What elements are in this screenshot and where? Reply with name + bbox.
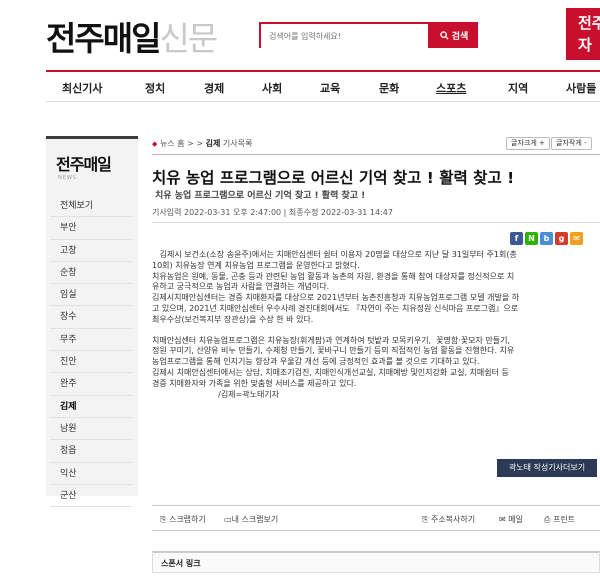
nav-item-people[interactable]: 사람들 xyxy=(566,80,596,96)
facebook-icon[interactable]: f xyxy=(510,232,523,245)
sidebar-item-gunsan[interactable]: 군산 xyxy=(50,485,132,508)
ad-banner[interactable]: 전주 자 xyxy=(566,8,600,60)
print-label: 프린트 xyxy=(552,515,576,524)
main-nav: 최신기사 정치 경제 사회 교육 문화 스포츠 지역 사람들 xyxy=(46,70,600,102)
copy-url-button[interactable]: ⎘ 주소복사하기 xyxy=(422,514,475,525)
nav-item-sports[interactable]: 스포츠 xyxy=(436,80,466,96)
naver-icon[interactable]: N xyxy=(525,232,538,245)
article-line: 10회) 치유농장 연계 치유농업 프로그램을 운영한다고 밝혔다. xyxy=(152,260,360,270)
article-title: 치유 농업 프로그램으로 어르신 기억 찾고 ! 활력 찾고 ! xyxy=(152,169,515,187)
print-icon: ⎙ xyxy=(544,515,551,524)
nav-item-region[interactable]: 지역 xyxy=(508,80,528,96)
article-body: 김제시 보건소(소장 송윤주)에서는 치매안심센터 쉼터 이용자 20명을 대상… xyxy=(152,250,598,400)
sidebar-item-sunchang[interactable]: 순창 xyxy=(50,262,132,285)
banner-line1: 전주 xyxy=(578,14,600,32)
article-line: 농업프로그램을 통해 인지기능 향상과 우울감 개선 등에 긍정적인 효과를 볼… xyxy=(152,357,480,367)
nav-item-education[interactable]: 교육 xyxy=(320,80,340,96)
article-line: 김제시 치매안심센터에서는 상담, 치매조기검진, 치매인식개선교실, 치매예방… xyxy=(152,367,509,377)
article-line: 김제시치매안심센터는 경증 치매환자를 대상으로 2021년부터 농촌진흥청과 … xyxy=(152,293,520,303)
article-line: 정원 꾸미기, 산양유 비누 만들기, 수제청 만들기, 꽃바구니 만들기 등의… xyxy=(152,346,515,356)
sidebar-item-muju[interactable]: 무주 xyxy=(50,329,132,352)
scrap-label: 스크랩하기 xyxy=(168,515,206,524)
article-line: 김제시 보건소(소장 송윤주)에서는 치매안심센터 쉼터 이용자 20명을 대상… xyxy=(152,250,517,259)
divider xyxy=(152,154,600,155)
article-line: 최우수상(보건복지부 장관상)을 수상 한 바 있다. xyxy=(152,314,314,324)
banner-line2: 자 xyxy=(578,36,592,54)
sidebar-item-all[interactable]: 전체보기 xyxy=(50,195,132,218)
folder-icon: ▭ xyxy=(224,515,232,524)
article-line: 경증 치매환자와 가족을 위한 맞춤형 서비스를 제공하고 있다. xyxy=(152,378,357,388)
site-header: 전주매일신문 검색 전주 자 xyxy=(0,0,600,68)
search-input[interactable] xyxy=(261,25,428,48)
share-icons: f Nb g ✉ xyxy=(510,232,583,245)
article-toolbar: ⎘ 스크랩하기 ▭내 스크랩보기 ⎘ 주소복사하기 ✉ 메일 ⎙ 프린트 xyxy=(152,505,600,531)
nav-item-economy[interactable]: 경제 xyxy=(204,80,224,96)
breadcrumb: ◆ 뉴스 홈 > > 김제 기사목록 xyxy=(152,138,252,149)
sidebar-item-jinan[interactable]: 진안 xyxy=(50,351,132,374)
sidebar-logo-sub: NEWS xyxy=(58,175,78,181)
article-line: 유하고 궁극적으로 농업과 사람을 연결하는 개념이다. xyxy=(152,282,330,292)
divider xyxy=(152,222,600,223)
article-line: /김제=곽노태기자 xyxy=(152,389,280,399)
email-button[interactable]: ✉ 메일 xyxy=(499,514,523,525)
search-button[interactable]: 검색 xyxy=(430,22,478,48)
breadcrumb-home[interactable]: 뉴스 홈 xyxy=(160,139,185,148)
sidebar-menu: 전체보기 부안 고창 순창 임실 장수 무주 진안 완주 김제 남원 정읍 익산… xyxy=(46,195,138,508)
nav-item-society[interactable]: 사회 xyxy=(262,80,282,96)
article-line: 치유농업은 원예, 동물, 곤충 등과 관련된 농업 활동과 농촌의 자원, 환… xyxy=(152,271,515,281)
link-icon: ⎘ xyxy=(422,515,429,524)
sidebar-item-namwon[interactable]: 남원 xyxy=(50,418,132,441)
sidebar-item-buan[interactable]: 부안 xyxy=(50,217,132,240)
sponsor-links: 스폰서 링크 xyxy=(152,551,600,573)
article-line: 고 있으며, 2021년 치매안심센터 우수사례 경진대회에서도 『자연이 주는… xyxy=(152,303,519,313)
article-subtitle: 치유 농업 프로그램으로 어르신 기억 찾고 ! 활력 찾고 ! xyxy=(155,191,366,201)
breadcrumb-current[interactable]: 김제 xyxy=(206,139,221,148)
google-icon[interactable]: g xyxy=(555,232,568,245)
print-button[interactable]: ⎙ 프린트 xyxy=(544,514,575,525)
email-label: 메일 xyxy=(508,515,523,524)
nav-item-latest[interactable]: 최신기사 xyxy=(62,80,102,96)
search-box xyxy=(259,22,430,48)
my-scrap-button[interactable]: ▭내 스크랩보기 xyxy=(224,514,278,525)
logo-main: 전주매일 xyxy=(46,19,161,58)
breadcrumb-sep: > xyxy=(187,139,194,148)
sidebar-item-gimje[interactable]: 김제 xyxy=(50,396,132,418)
sidebar-item-jangsu[interactable]: 장수 xyxy=(50,306,132,329)
mail-icon[interactable]: ✉ xyxy=(570,232,583,245)
article-dates: 기사입력 2022-03-31 오후 2:47:00 | 최종수정 2022-0… xyxy=(152,208,393,217)
search-button-label: 검색 xyxy=(451,31,469,42)
sidebar-item-gochang[interactable]: 고창 xyxy=(50,240,132,262)
bullet-icon: ◆ xyxy=(152,140,158,148)
copy-url-label: 주소복사하기 xyxy=(430,515,476,524)
site-logo[interactable]: 전주매일신문 xyxy=(46,12,218,60)
breadcrumb-suffix: 기사목록 xyxy=(222,139,253,148)
sidebar-item-jeongeup[interactable]: 정읍 xyxy=(50,440,132,463)
scrap-button[interactable]: ⎘ 스크랩하기 xyxy=(160,514,206,525)
font-larger-button[interactable]: 글자크게 + xyxy=(506,137,550,150)
sponsor-label: 스폰서 링크 xyxy=(161,559,201,568)
font-smaller-button[interactable]: 글자작게 - xyxy=(551,137,592,150)
sidebar-item-iksan[interactable]: 익산 xyxy=(50,463,132,485)
article-line: 치매안심센터 치유농업프로그램은 치유농장(휘게팜)과 연계하여 텃밭과 모목키… xyxy=(152,335,511,345)
my-scrap-label: 내 스크랩보기 xyxy=(231,515,279,524)
sidebar: 전주매일 NEWS 전체보기 부안 고창 순창 임실 장수 무주 진안 완주 김… xyxy=(46,136,138,508)
breadcrumb-sep: > xyxy=(196,139,204,148)
band-icon[interactable]: b xyxy=(540,232,553,245)
nav-item-politics[interactable]: 정치 xyxy=(145,80,165,96)
nav-item-culture[interactable]: 문화 xyxy=(379,80,399,96)
sidebar-item-imsil[interactable]: 임실 xyxy=(50,284,132,307)
scrap-icon: ⎘ xyxy=(160,515,167,524)
sidebar-logo: 전주매일 xyxy=(56,155,112,174)
sidebar-item-wanju[interactable]: 완주 xyxy=(50,373,132,396)
journalist-articles-button[interactable]: 곽노태 작성기사더보기 xyxy=(497,459,597,477)
search-icon xyxy=(439,30,449,40)
email-icon: ✉ xyxy=(499,515,506,524)
logo-sub: 신문 xyxy=(159,19,218,58)
